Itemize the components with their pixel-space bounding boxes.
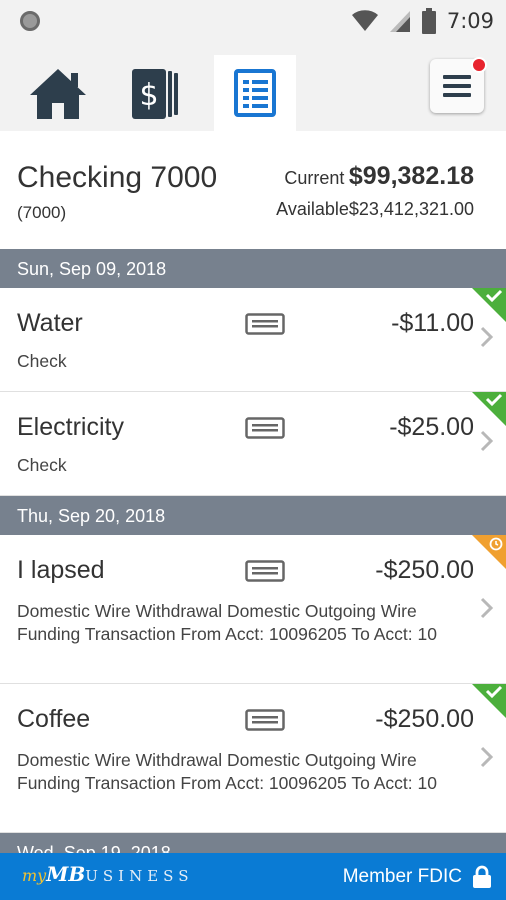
cleared-status-icon <box>472 288 506 322</box>
tab-home[interactable] <box>17 55 99 131</box>
svg-text:$: $ <box>139 78 158 113</box>
current-balance-label: Current <box>284 168 345 188</box>
transaction-list[interactable]: Sun, Sep 09, 2018 Water -$11.00 Check El… <box>0 249 506 853</box>
account-number: (7000) <box>17 203 67 222</box>
document-list-icon <box>234 69 276 117</box>
transaction-description: Check <box>17 455 67 475</box>
check-icon <box>245 313 285 335</box>
brand-mb: MB <box>46 862 86 886</box>
hamburger-menu-icon <box>443 75 471 97</box>
chevron-right-icon <box>480 430 494 452</box>
status-icons: 7:09 <box>351 7 494 35</box>
check-icon <box>245 709 285 731</box>
battery-icon <box>421 8 436 34</box>
top-nav: $ <box>0 42 506 131</box>
account-name: Checking 7000 <box>17 161 218 194</box>
clock: 7:09 <box>446 9 494 33</box>
brand-rest: USINESS <box>85 867 194 885</box>
transaction-title: Water <box>17 309 83 337</box>
pending-status-icon <box>472 535 506 569</box>
transaction-amount: -$25.00 <box>389 413 474 441</box>
check-icon <box>245 417 285 439</box>
account-summary: Checking 7000 (7000) Current $99,382.18 … <box>0 131 506 249</box>
available-balance-label: Available <box>276 199 349 219</box>
transaction-description: Check <box>17 351 67 371</box>
footer-bar: myMBUSINESS Member FDIC <box>0 853 506 900</box>
tab-transactions[interactable] <box>214 55 296 131</box>
transaction-row[interactable]: Coffee -$250.00 Domestic Wire Withdrawal… <box>0 684 506 833</box>
transaction-row[interactable]: Electricity -$25.00 Check <box>0 392 506 496</box>
transaction-amount: -$11.00 <box>391 309 474 337</box>
date-header: Thu, Sep 20, 2018 <box>0 496 506 535</box>
transaction-row[interactable]: Water -$11.00 Check <box>0 288 506 392</box>
cleared-status-icon <box>472 392 506 426</box>
transaction-description: Domestic Wire Withdrawal Domestic Outgoi… <box>17 601 437 644</box>
wifi-icon <box>351 10 378 31</box>
transaction-row[interactable]: I lapsed -$250.00 Domestic Wire Withdraw… <box>0 535 506 684</box>
current-balance: Current $99,382.18 <box>284 162 474 191</box>
check-icon <box>245 560 285 582</box>
home-icon <box>30 69 86 119</box>
notification-badge <box>471 57 487 73</box>
cleared-status-icon <box>472 684 506 718</box>
chevron-right-icon <box>480 597 494 619</box>
notification-dot-icon <box>20 11 40 31</box>
available-balance: Available$23,412,321.00 <box>276 199 474 220</box>
member-fdic-label: Member FDIC <box>342 866 462 887</box>
brand-logo: myMBUSINESS <box>22 862 193 886</box>
brand-my: my <box>22 866 47 885</box>
cell-signal-icon <box>389 11 410 32</box>
date-header: Wed, Sep 19, 2018 <box>0 833 506 853</box>
transaction-amount: -$250.00 <box>375 556 474 584</box>
current-balance-value: $99,382.18 <box>348 162 474 190</box>
tab-accounts[interactable]: $ <box>116 55 198 131</box>
lock-icon <box>473 865 491 888</box>
date-header: Sun, Sep 09, 2018 <box>0 249 506 288</box>
chevron-right-icon <box>480 746 494 768</box>
chevron-right-icon <box>480 326 494 348</box>
transaction-title: Coffee <box>17 705 91 733</box>
available-balance-value: $23,412,321.00 <box>348 199 474 219</box>
dollar-cards-icon: $ <box>132 69 178 119</box>
menu-button[interactable] <box>430 57 487 113</box>
transaction-title: Electricity <box>17 413 124 441</box>
transaction-amount: -$250.00 <box>375 705 474 733</box>
transaction-description: Domestic Wire Withdrawal Domestic Outgoi… <box>17 750 437 793</box>
transaction-title: I lapsed <box>17 556 105 584</box>
status-bar: 7:09 <box>0 0 506 42</box>
